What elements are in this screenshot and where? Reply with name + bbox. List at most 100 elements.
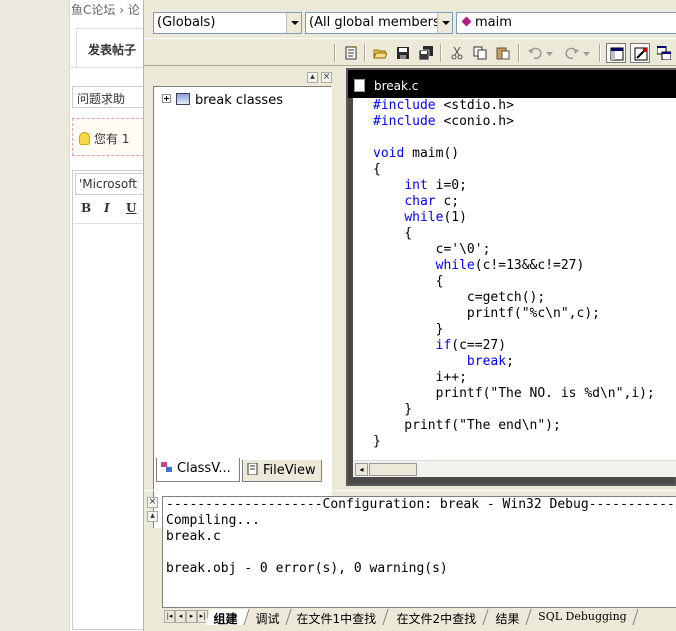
classes-icon: [176, 93, 190, 105]
code-token: c='\0';: [373, 242, 491, 257]
underline-button[interactable]: U: [126, 201, 136, 215]
tab-find-in-files-1[interactable]: 在文件1中查找: [288, 609, 389, 626]
next-tab-icon[interactable]: ▸: [186, 610, 197, 623]
code-line[interactable]: c='\0';: [373, 242, 655, 258]
save-all-button[interactable]: [416, 43, 436, 63]
post-editor[interactable]: 'Microsoft B I U: [72, 170, 145, 630]
undo-dropdown[interactable]: [544, 43, 556, 63]
copy-icon: [473, 46, 487, 60]
code-line[interactable]: }: [373, 322, 655, 338]
tab-classview[interactable]: ClassV...: [156, 458, 240, 482]
redo-icon: [565, 47, 579, 60]
notice-box: 您有 1: [72, 118, 144, 156]
new-text-file-button[interactable]: [341, 43, 361, 63]
code-line[interactable]: i++;: [373, 370, 655, 386]
tab-sql-debugging[interactable]: SQL Debugging: [529, 609, 639, 625]
first-tab-icon[interactable]: |◂: [164, 610, 175, 623]
members-combo[interactable]: (All global members: [305, 12, 453, 34]
restore-icon[interactable]: ▴: [147, 511, 158, 522]
code-keyword: if: [435, 338, 452, 353]
close-icon[interactable]: ×: [147, 497, 158, 508]
notice-text: 您有 1: [94, 132, 130, 146]
code-line[interactable]: if(c==27): [373, 338, 655, 354]
tab-debug[interactable]: 调试: [247, 609, 292, 626]
expand-icon[interactable]: [162, 94, 171, 103]
members-combo-value: (All global members: [309, 15, 440, 30]
code-line[interactable]: {: [373, 162, 655, 178]
scroll-left-icon[interactable]: ◂: [355, 463, 368, 476]
code-line[interactable]: int i=0;: [373, 178, 655, 194]
code-line[interactable]: #include <conio.h>: [373, 114, 655, 130]
code-line[interactable]: [373, 130, 655, 146]
code-line[interactable]: char c;: [373, 194, 655, 210]
font-family-select[interactable]: 'Microsoft: [75, 173, 145, 195]
scroll-thumb[interactable]: [369, 463, 417, 476]
thread-type-select[interactable]: 问题求助: [72, 86, 144, 108]
redo-button[interactable]: [562, 43, 582, 63]
code-token: {: [373, 226, 413, 241]
code-line[interactable]: printf("The end\n");: [373, 418, 655, 434]
code-token: i++;: [373, 370, 467, 385]
output-button[interactable]: [630, 43, 650, 63]
code-token: i=0;: [427, 178, 467, 193]
output-tabs: |◂ ◂ ▸ ▸| 组建 调试 在文件1中查找 在文件2中查找 结果 SQL D…: [162, 608, 676, 628]
code-line[interactable]: {: [373, 226, 655, 242]
code-line[interactable]: while(1): [373, 210, 655, 226]
code-line[interactable]: printf("The NO. is %d\n",i);: [373, 386, 655, 402]
windows-list-button[interactable]: [654, 43, 674, 63]
code-line[interactable]: printf("%c\n",c);: [373, 306, 655, 322]
editor-titlebar[interactable]: break.c: [348, 70, 676, 98]
open-button[interactable]: [370, 43, 390, 63]
ide-window: (Globals) (All global members maim ▴ × b…: [143, 0, 676, 631]
workspace-button[interactable]: [606, 43, 626, 63]
tab-post-thread[interactable]: 发表帖子: [76, 28, 144, 68]
function-combo[interactable]: maim: [456, 12, 676, 34]
italic-button[interactable]: I: [104, 201, 110, 215]
prev-tab-icon[interactable]: ◂: [175, 610, 186, 623]
code-keyword: break: [466, 354, 507, 369]
tree-item-break-classes[interactable]: break classes: [162, 93, 283, 108]
code-line[interactable]: }: [373, 402, 655, 418]
tab-divider: [70, 67, 144, 68]
scope-combo[interactable]: (Globals): [153, 12, 302, 34]
code-line[interactable]: #include <stdio.h>: [373, 98, 655, 114]
code-line[interactable]: }: [373, 434, 655, 450]
restore-icon[interactable]: ▴: [307, 72, 318, 83]
copy-button[interactable]: [470, 43, 490, 63]
bold-button[interactable]: B: [81, 201, 91, 215]
code-line[interactable]: break;: [373, 354, 655, 370]
tab-build[interactable]: 组建: [205, 609, 250, 626]
save-icon: [397, 47, 409, 59]
open-folder-icon: [373, 49, 387, 59]
code-editor[interactable]: #include <stdio.h> #include <conio.h> void…: [353, 98, 676, 460]
chevron-down-icon: [546, 52, 553, 56]
output-text-area[interactable]: --------------------Configuration: break…: [162, 496, 676, 608]
close-icon[interactable]: ×: [321, 72, 332, 83]
redo-dropdown[interactable]: [581, 43, 593, 63]
workspace-header: ▴ ×: [147, 70, 335, 86]
cut-button[interactable]: [447, 43, 467, 63]
editor-toolbar-divider: [73, 223, 145, 224]
breadcrumb[interactable]: 鱼C论坛 › 论: [71, 1, 140, 18]
horizontal-scrollbar[interactable]: ◂: [353, 460, 676, 477]
save-button[interactable]: [393, 43, 413, 63]
paste-button[interactable]: [493, 43, 513, 63]
toolbar-separator: [599, 44, 601, 62]
chevron-down-icon[interactable]: [437, 13, 452, 33]
code-text[interactable]: #include <stdio.h> #include <conio.h> void…: [373, 98, 655, 450]
undo-icon: [528, 47, 542, 60]
cut-icon: [451, 46, 463, 60]
tab-fileview[interactable]: FileView: [242, 460, 322, 482]
code-line[interactable]: {: [373, 274, 655, 290]
tab-results[interactable]: 结果: [487, 609, 532, 626]
chevron-down-icon[interactable]: [286, 13, 301, 33]
code-line[interactable]: void maim(): [373, 146, 655, 162]
tab-find-in-files-2[interactable]: 在文件2中查找: [388, 609, 489, 626]
undo-button[interactable]: [525, 43, 545, 63]
code-line[interactable]: while(c!=13&&c!=27): [373, 258, 655, 274]
code-line[interactable]: c=getch();: [373, 290, 655, 306]
